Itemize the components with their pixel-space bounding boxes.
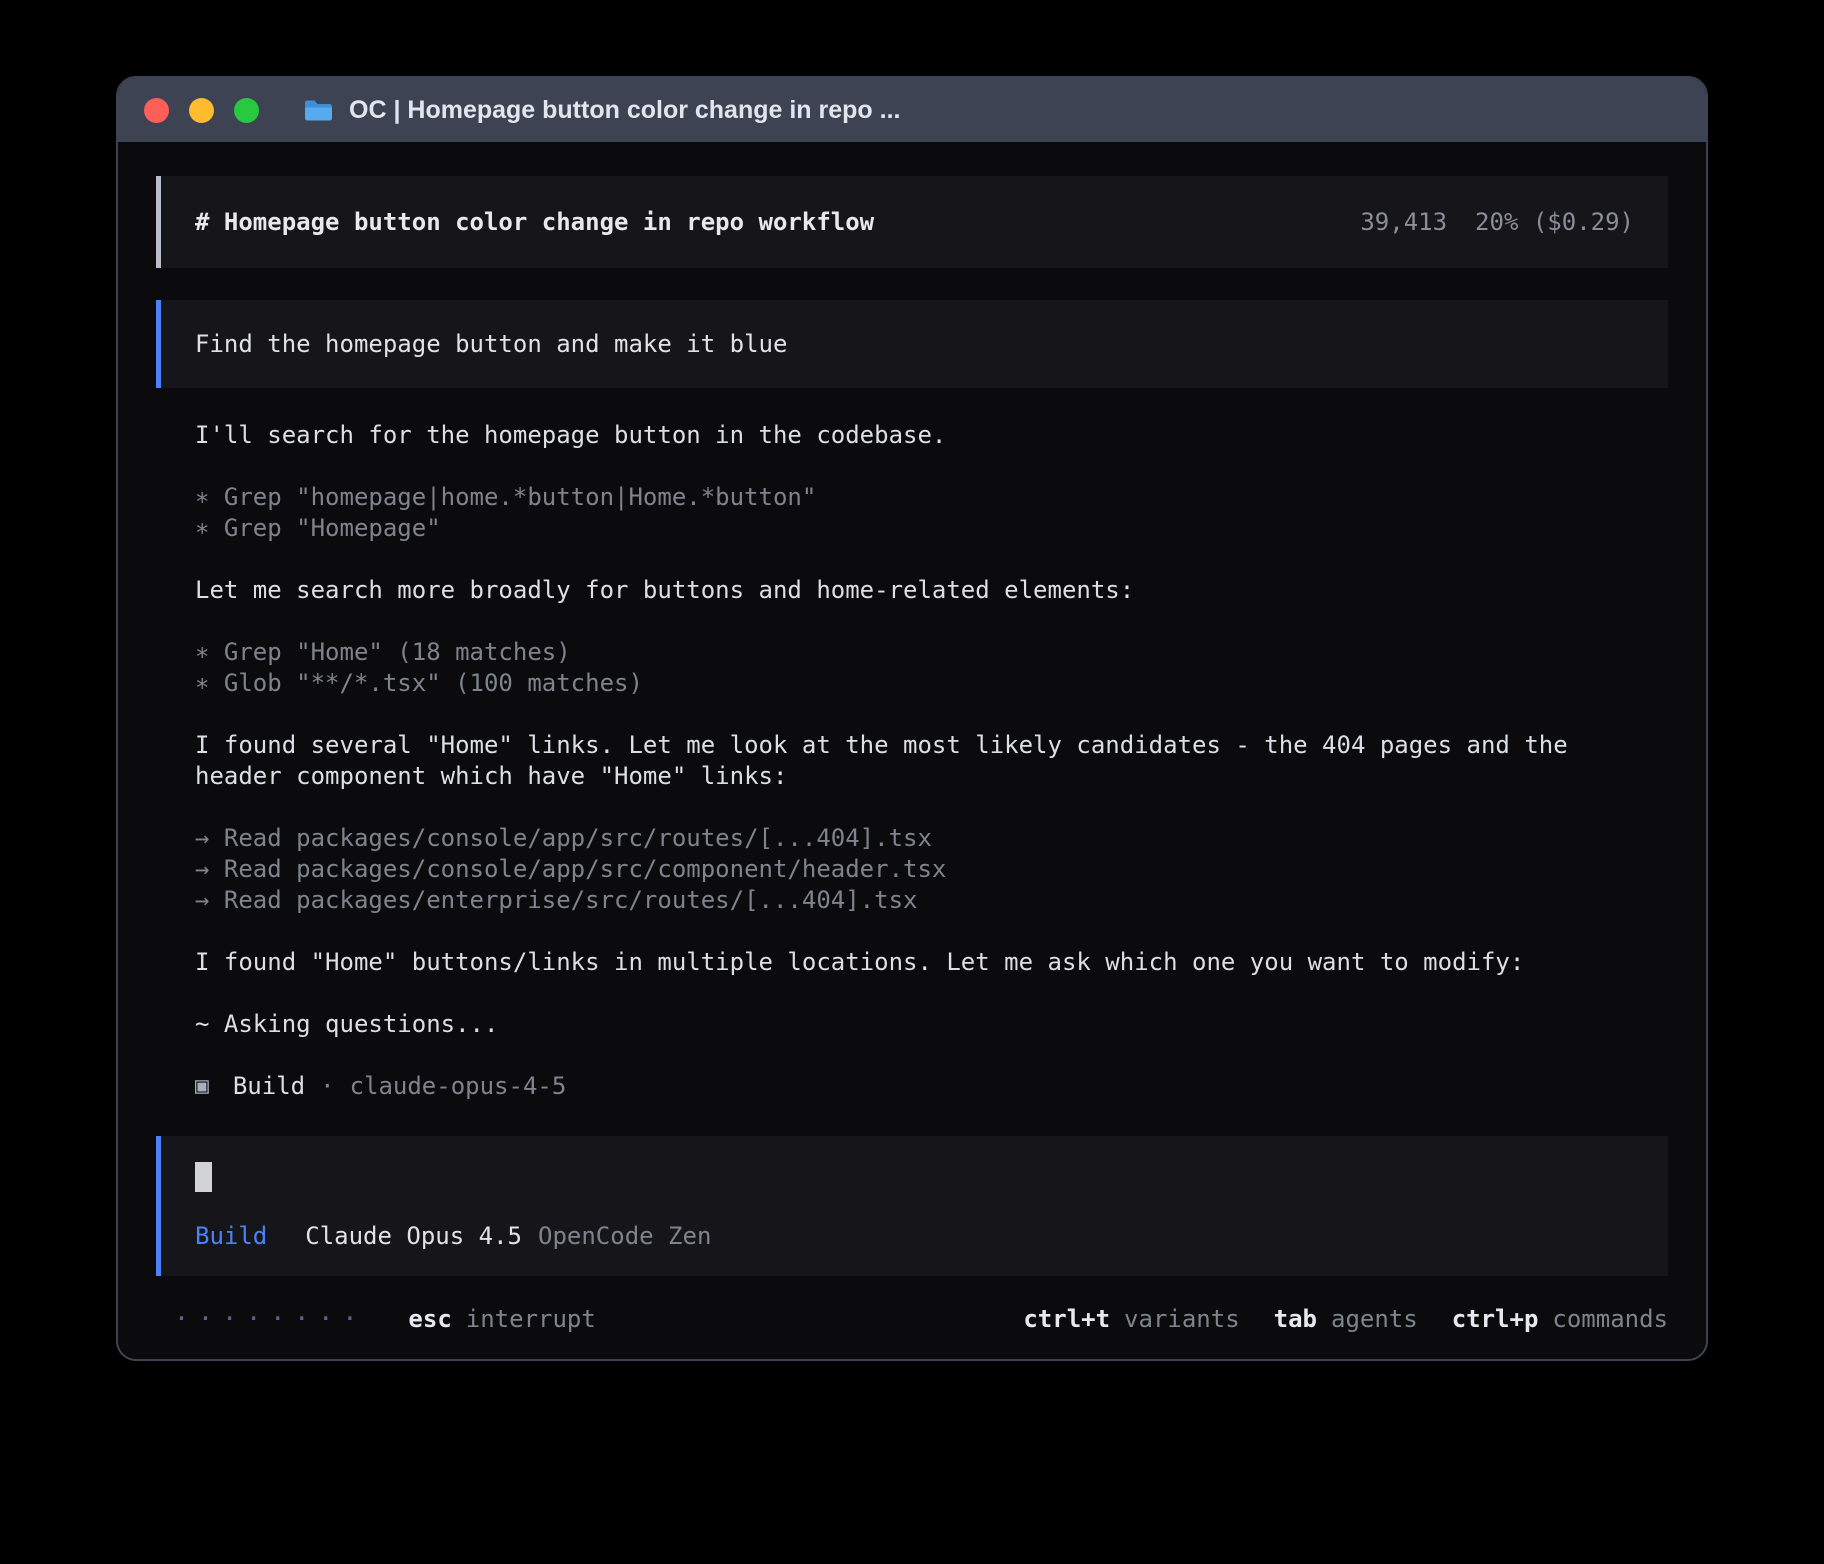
shortcut-key: esc [408,1305,451,1333]
tool-call-grep: ∗ Grep "Home" (18 matches) [195,637,1668,668]
input-meta: Build Claude Opus 4.5 OpenCode Zen [195,1222,1634,1250]
status-left: ········ esc interrupt [174,1304,596,1333]
terminal-window: OC | Homepage button color change in rep… [116,76,1708,1361]
assistant-text: I found "Home" buttons/links in multiple… [195,947,1668,978]
user-message: Find the homepage button and make it blu… [156,300,1668,388]
token-count: 39,413 [1360,208,1447,236]
assistant-status: ~ Asking questions... [195,1009,1668,1040]
provider-label: OpenCode Zen [538,1222,711,1250]
window-title: OC | Homepage button color change in rep… [349,96,900,125]
shortcut-agents[interactable]: tab agents [1274,1305,1418,1333]
shortcut-commands[interactable]: ctrl+p commands [1452,1305,1668,1333]
status-right: ctrl+t variants tab agents ctrl+p comman… [1023,1305,1668,1333]
model-label[interactable]: Claude Opus 4.5 [305,1222,522,1250]
title-group: OC | Homepage button color change in rep… [303,96,900,125]
traffic-lights [144,98,259,123]
text-cursor [195,1162,212,1192]
shortcut-label: interrupt [466,1305,596,1333]
close-button[interactable] [144,98,169,123]
spinner-dots: ········ [174,1304,366,1333]
shortcut-key: tab [1274,1305,1317,1333]
tool-call-read: → Read packages/console/app/src/routes/[… [195,823,1668,854]
agent-mode-label[interactable]: Build [195,1222,267,1250]
zoom-button[interactable] [234,98,259,123]
tool-call-read: → Read packages/enterprise/src/routes/[.… [195,885,1668,916]
terminal-content: # Homepage button color change in repo w… [118,142,1706,1359]
user-message-text: Find the homepage button and make it blu… [195,330,787,358]
assistant-text: Let me search more broadly for buttons a… [195,575,1668,606]
session-title: # Homepage button color change in repo w… [195,208,874,236]
titlebar[interactable]: OC | Homepage button color change in rep… [118,78,1706,142]
agent-separator: · [320,1071,334,1102]
agent-status-icon: ▣ [195,1071,209,1102]
transcript: I'll search for the homepage button in t… [156,420,1668,1102]
assistant-text: I'll search for the homepage button in t… [195,420,1668,451]
shortcut-label: commands [1552,1305,1668,1333]
context-usage: 20% ($0.29) [1475,208,1634,236]
shortcut-label: variants [1124,1305,1240,1333]
agent-model: claude-opus-4-5 [350,1071,567,1102]
shortcut-variants[interactable]: ctrl+t variants [1023,1305,1239,1333]
shortcut-interrupt[interactable]: esc interrupt [408,1305,595,1333]
tool-call-read: → Read packages/console/app/src/componen… [195,854,1668,885]
agent-status-line: ▣ Build · claude-opus-4-5 [195,1071,1668,1102]
tool-call-grep: ∗ Grep "Homepage" [195,513,1668,544]
minimize-button[interactable] [189,98,214,123]
folder-icon [303,98,334,123]
agent-name: Build [233,1071,305,1102]
tool-call-grep: ∗ Grep "homepage|home.*button|Home.*butt… [195,482,1668,513]
status-bar: ········ esc interrupt ctrl+t variants t… [156,1304,1668,1333]
shortcut-label: agents [1331,1305,1418,1333]
session-stats: 39,413 20% ($0.29) [1360,208,1634,236]
shortcut-key: ctrl+t [1023,1305,1110,1333]
shortcut-key: ctrl+p [1452,1305,1539,1333]
tool-call-group: → Read packages/console/app/src/routes/[… [195,823,1668,916]
assistant-text: I found several "Home" links. Let me loo… [195,730,1668,792]
tool-call-group: ∗ Grep "homepage|home.*button|Home.*butt… [195,482,1668,544]
session-header: # Homepage button color change in repo w… [156,176,1668,268]
tool-call-glob: ∗ Glob "**/*.tsx" (100 matches) [195,668,1668,699]
prompt-input[interactable]: Build Claude Opus 4.5 OpenCode Zen [156,1136,1668,1276]
tool-call-group: ∗ Grep "Home" (18 matches) ∗ Glob "**/*.… [195,637,1668,699]
